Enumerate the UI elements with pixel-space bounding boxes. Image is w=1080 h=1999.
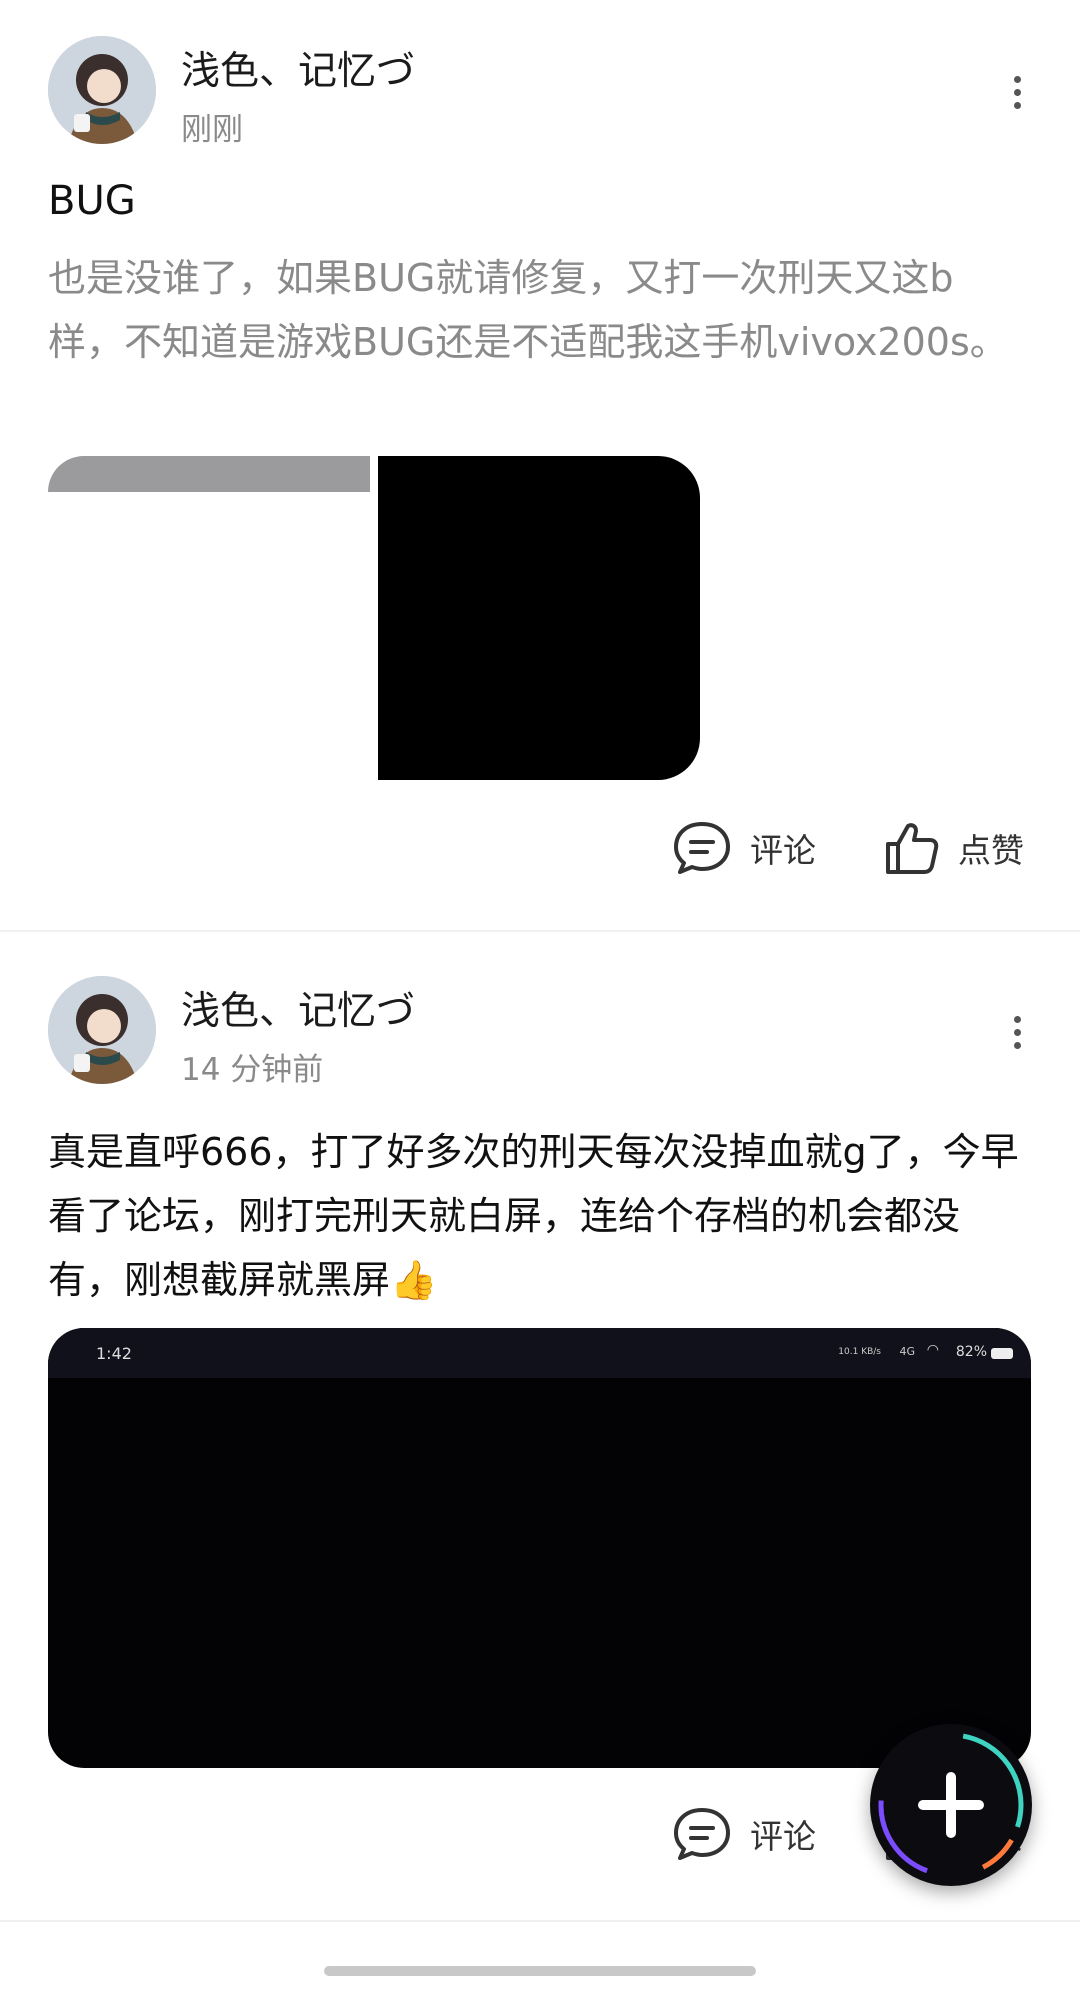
- battery-icon: [991, 1348, 1013, 1359]
- like-button[interactable]: 点赞: [884, 820, 1024, 876]
- post-image-1[interactable]: [48, 456, 370, 492]
- comment-icon: [674, 822, 730, 874]
- avatar-image: [48, 976, 156, 1084]
- avatar-image: [48, 36, 156, 144]
- comment-label: 评论: [750, 1817, 816, 1856]
- more-options-icon[interactable]: [1002, 1008, 1032, 1056]
- more-options-icon[interactable]: [1002, 68, 1032, 116]
- home-indicator[interactable]: [324, 1966, 756, 1976]
- thumbs-up-emoji: 👍: [390, 1258, 438, 1302]
- comment-label: 评论: [750, 831, 816, 870]
- wifi-icon: ◠: [926, 1342, 939, 1358]
- post-time: 刚刚: [181, 112, 243, 148]
- status-battery: 82%: [955, 1344, 987, 1360]
- post-divider: [0, 930, 1080, 932]
- post-body: 真是直呼666，打了好多次的刑天每次没掉血就g了，今早看了论坛，刚打完刑天就白屏…: [48, 1120, 1028, 1312]
- post-title: BUG: [48, 178, 136, 224]
- post-body-text: 真是直呼666，打了好多次的刑天每次没掉血就g了，今早看了论坛，刚打完刑天就白屏…: [48, 1130, 1019, 1302]
- post-card: 浅色、记忆づ 刚刚 BUG 也是没谁了，如果BUG就请修复，又打一次刑天又这b样…: [0, 0, 1080, 930]
- comment-button[interactable]: 评论: [672, 1806, 816, 1862]
- plus-icon: [878, 1732, 1024, 1878]
- post-time: 14 分钟前: [181, 1052, 324, 1088]
- author-name[interactable]: 浅色、记忆づ: [181, 980, 415, 1036]
- post-image-2[interactable]: [378, 456, 700, 780]
- status-network: 4G: [899, 1345, 915, 1358]
- status-clock: 1:42: [96, 1344, 132, 1363]
- comment-button[interactable]: 评论: [672, 820, 816, 876]
- post-image-screenshot[interactable]: 1:42 10.1 KB/s 4G ◠ 82%: [48, 1328, 1031, 1768]
- avatar[interactable]: [48, 36, 156, 144]
- avatar[interactable]: [48, 976, 156, 1084]
- post-divider: [0, 1920, 1080, 1922]
- like-label: 点赞: [958, 831, 1024, 870]
- thumbs-up-icon: [886, 823, 939, 874]
- create-post-button[interactable]: [870, 1724, 1032, 1886]
- author-name[interactable]: 浅色、记忆づ: [181, 40, 415, 96]
- status-bar: 1:42 10.1 KB/s 4G ◠ 82%: [48, 1328, 1031, 1378]
- status-speed: 10.1 KB/s: [838, 1347, 881, 1357]
- post-body: 也是没谁了，如果BUG就请修复，又打一次刑天又这b样，不知道是游戏BUG还是不适…: [48, 256, 1008, 364]
- comment-icon: [674, 1808, 730, 1860]
